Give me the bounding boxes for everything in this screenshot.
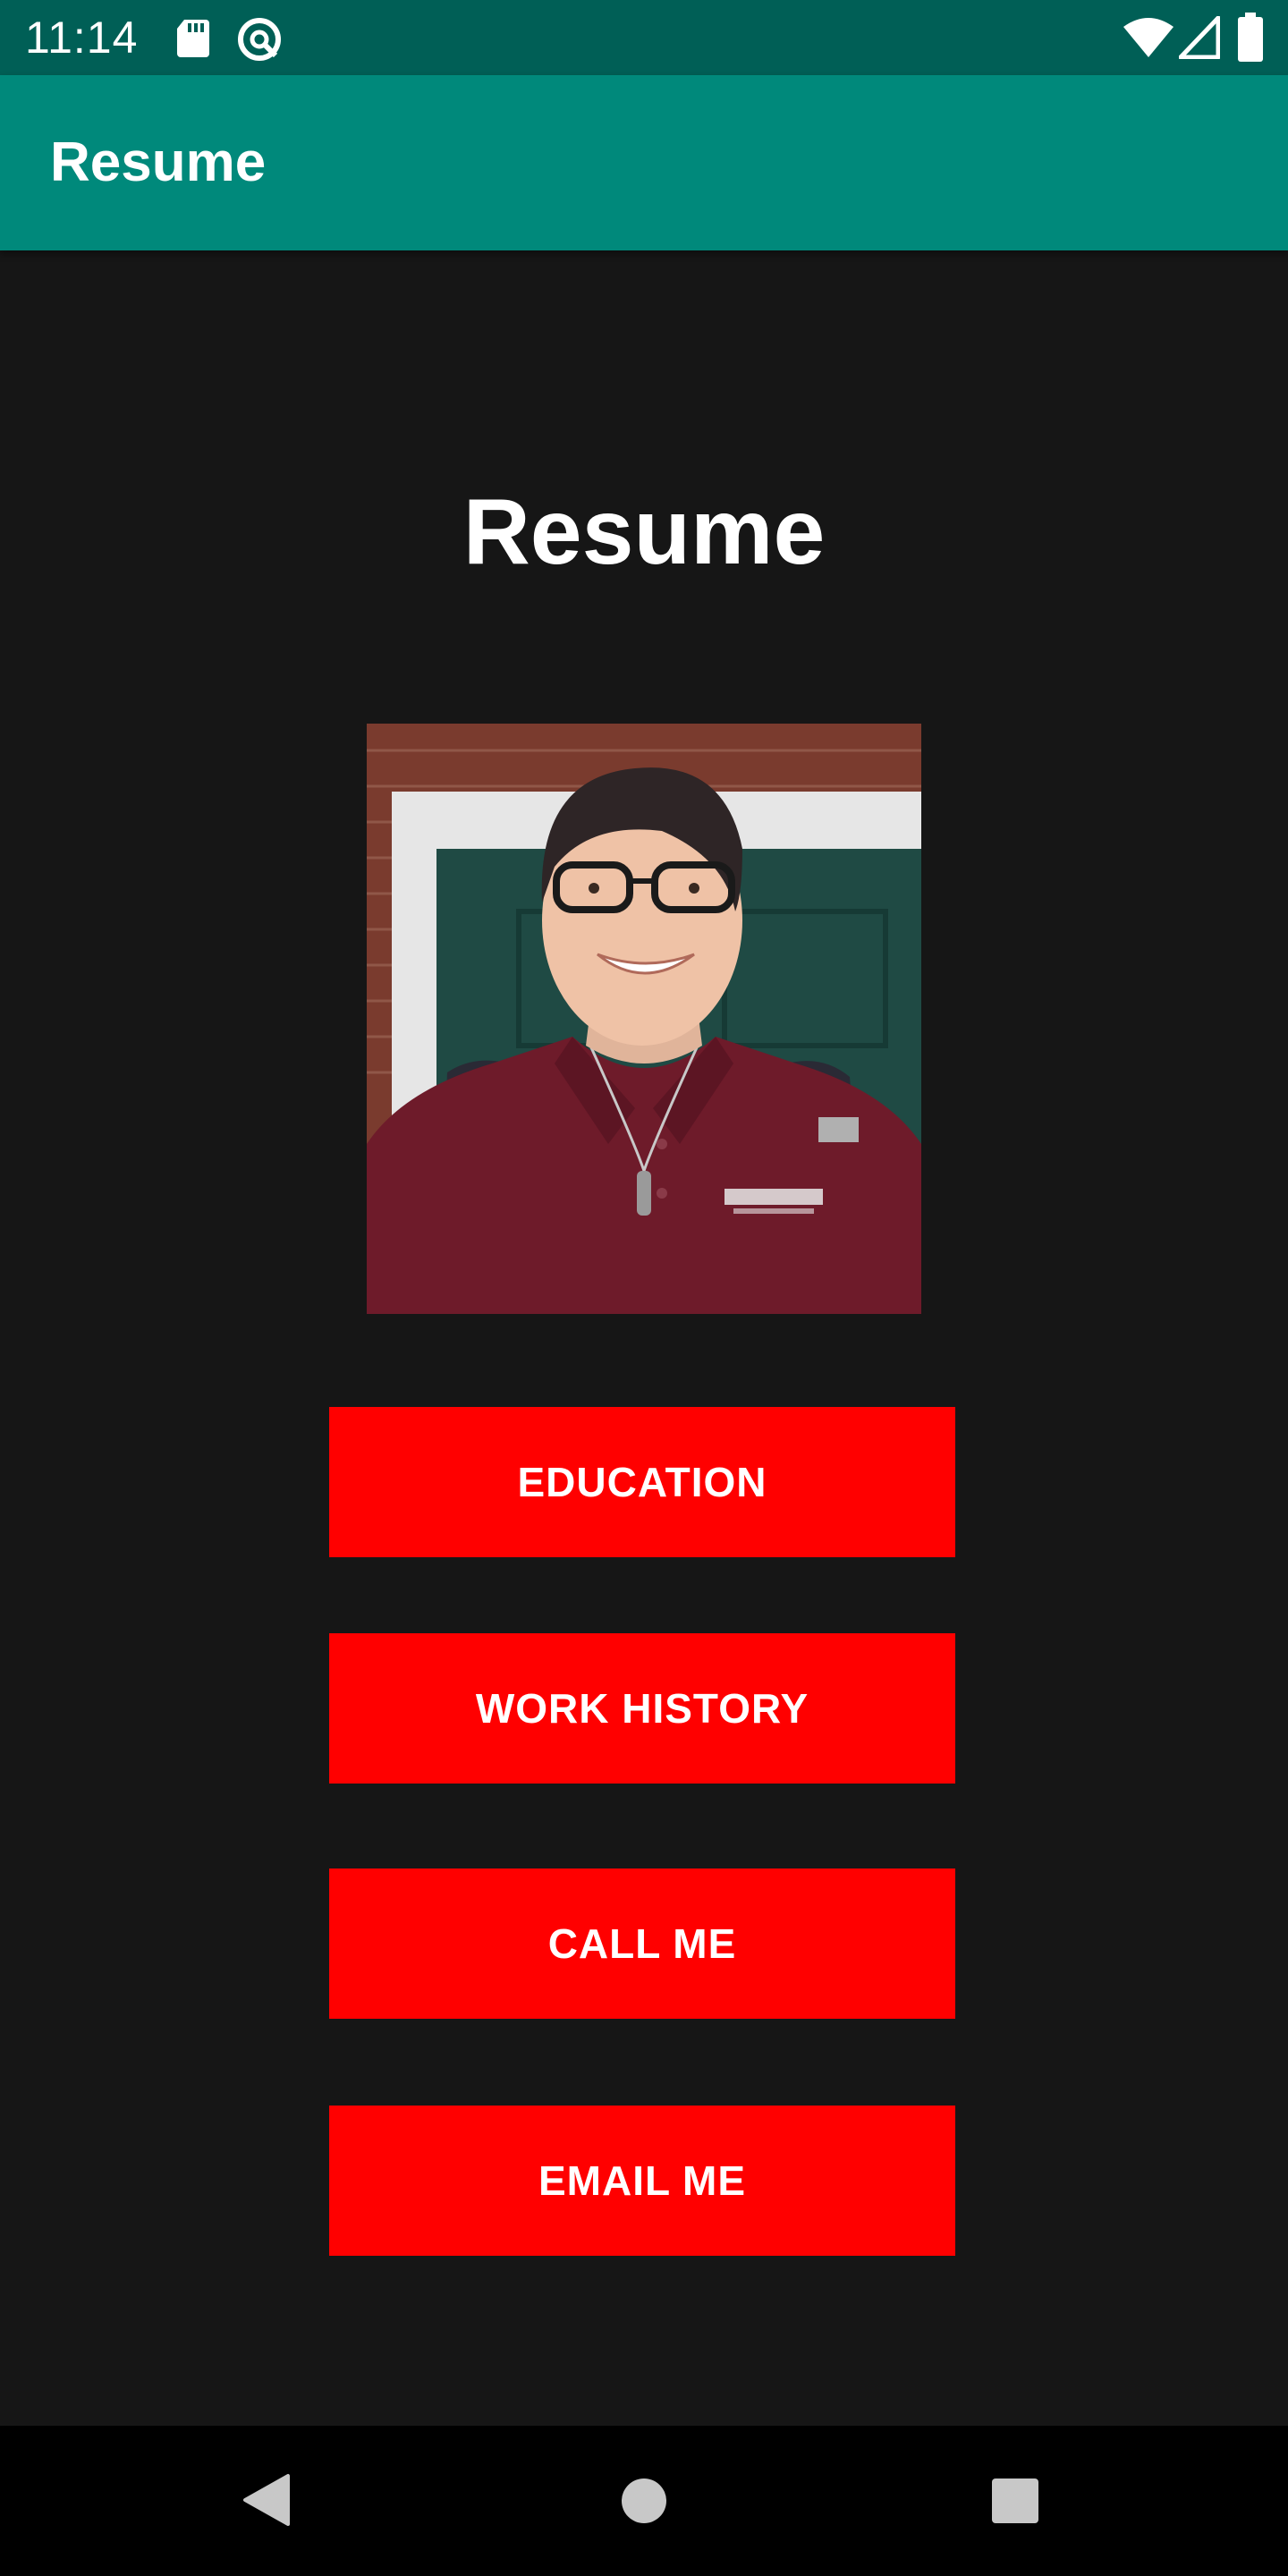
education-button[interactable]: EDUCATION [329, 1407, 955, 1557]
app-screen: 11:14 Resume Resume EDUCATION WORK HISTO… [0, 0, 1288, 2576]
profile-photo [367, 724, 921, 1314]
app-bar: Resume [0, 75, 1288, 250]
call-me-button[interactable]: CALL ME [329, 1868, 955, 2019]
sd-card-icon [177, 20, 209, 57]
status-time: 11:14 [25, 13, 139, 63]
profile-photo-illustration [367, 724, 921, 1314]
back-icon[interactable] [242, 2472, 292, 2528]
home-icon[interactable] [621, 2478, 667, 2524]
q-app-icon [238, 18, 281, 61]
recents-icon[interactable] [991, 2478, 1039, 2524]
wifi-icon [1123, 18, 1174, 57]
signal-icon [1179, 16, 1220, 59]
battery-icon [1238, 13, 1263, 62]
page-title: Resume [462, 480, 826, 584]
email-me-button[interactable]: EMAIL ME [329, 2106, 955, 2256]
app-bar-title: Resume [50, 131, 267, 193]
work-history-button[interactable]: WORK HISTORY [329, 1633, 955, 1784]
status-bar: 11:14 [0, 0, 1288, 75]
